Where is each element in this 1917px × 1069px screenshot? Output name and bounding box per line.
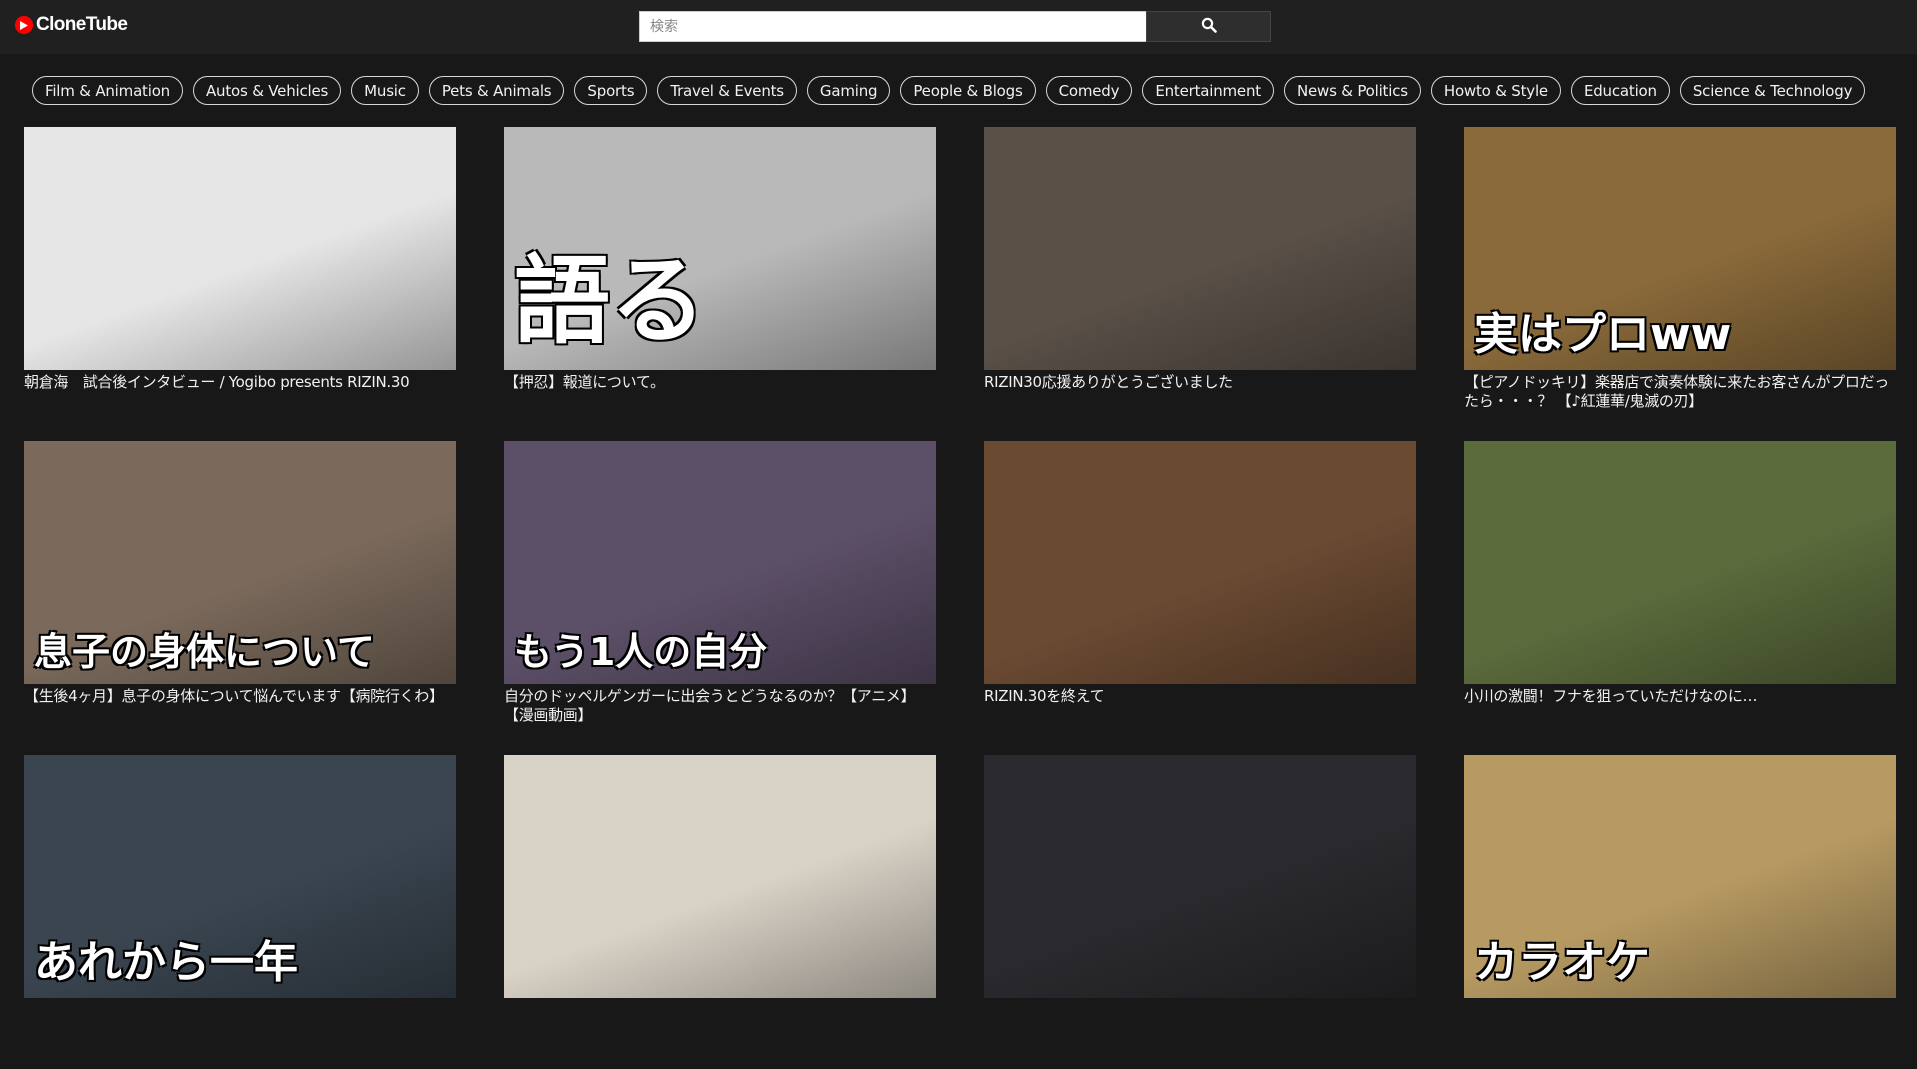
video-thumbnail[interactable] (504, 755, 936, 998)
thumbnail-caption: あれから一年 (34, 937, 298, 988)
thumbnail-caption: もう1人の自分 (514, 630, 768, 674)
category-chip[interactable]: Travel & Events (657, 76, 797, 105)
video-thumbnail[interactable] (984, 127, 1416, 370)
search-button[interactable] (1146, 11, 1271, 42)
video-card[interactable]: 語る【押忍】報道について。 (504, 127, 936, 441)
video-thumbnail[interactable]: 実はプロww (1464, 127, 1896, 370)
video-card[interactable]: 実はプロww 【ピアノドッキリ】楽器店で演奏体験に来たお客さんがプロだったら・・・… (1464, 127, 1896, 441)
search-input[interactable] (639, 11, 1146, 42)
video-thumbnail[interactable] (984, 755, 1416, 998)
video-title[interactable]: RIZIN30応援ありがとうございました (984, 373, 1416, 392)
video-thumbnail[interactable] (24, 127, 456, 370)
category-chip[interactable]: Science & Technology (1679, 76, 1866, 105)
thumbnail-caption: 実はプロww (1474, 309, 1732, 360)
video-thumbnail[interactable]: 息子の身体について (24, 441, 456, 684)
video-thumbnail[interactable]: 語る (504, 127, 936, 370)
video-thumbnail[interactable] (984, 441, 1416, 684)
category-chip[interactable]: Gaming (806, 76, 891, 105)
video-title[interactable]: 【ピアノドッキリ】楽器店で演奏体験に来たお客さんがプロだったら・・・？ 【♪紅蓮… (1464, 373, 1896, 411)
video-title[interactable]: 小川の激闘！フナを狙っていただけなのに… (1464, 687, 1896, 706)
category-chip[interactable]: Sports (574, 76, 648, 105)
video-card[interactable]: カラオケ (1464, 755, 1896, 1069)
video-card[interactable] (504, 755, 936, 1069)
video-grid: 朝倉海 試合後インタビュー / Yogibo presents RIZIN.30… (24, 127, 1896, 1069)
logo[interactable]: CloneTube (15, 14, 128, 36)
video-card[interactable] (984, 755, 1416, 1069)
category-chip[interactable]: Music (351, 76, 419, 105)
logo-text: CloneTube (36, 14, 128, 35)
video-card[interactable]: あれから一年 (24, 755, 456, 1069)
category-chip[interactable]: Pets & Animals (428, 76, 565, 105)
category-chip[interactable]: Comedy (1045, 76, 1133, 105)
video-title[interactable]: 朝倉海 試合後インタビュー / Yogibo presents RIZIN.30 (24, 373, 456, 392)
video-title[interactable]: 自分のドッペルゲンガーに出会うとどうなるのか？【アニメ】【漫画動画】 (504, 687, 936, 725)
video-thumbnail[interactable]: あれから一年 (24, 755, 456, 998)
play-logo-icon (15, 16, 33, 34)
video-card[interactable]: RIZIN30応援ありがとうございました (984, 127, 1416, 441)
video-card[interactable]: 朝倉海 試合後インタビュー / Yogibo presents RIZIN.30 (24, 127, 456, 441)
category-chip[interactable]: Education (1570, 76, 1670, 105)
category-chip[interactable]: Film & Animation (32, 76, 183, 105)
category-chip[interactable]: News & Politics (1283, 76, 1421, 105)
video-card[interactable]: 息子の身体について【生後4ヶ月】息子の身体について悩んでいます【病院行くわ】 (24, 441, 456, 755)
video-title[interactable]: RIZIN.30を終えて (984, 687, 1416, 706)
video-title[interactable]: 【押忍】報道について。 (504, 373, 936, 392)
category-chip[interactable]: Autos & Vehicles (193, 76, 342, 105)
video-card[interactable]: 小川の激闘！フナを狙っていただけなのに… (1464, 441, 1896, 755)
category-chip[interactable]: People & Blogs (900, 76, 1036, 105)
video-title[interactable]: 【生後4ヶ月】息子の身体について悩んでいます【病院行くわ】 (24, 687, 456, 706)
video-thumbnail[interactable]: カラオケ (1464, 755, 1896, 998)
search-icon (1201, 17, 1217, 37)
thumbnail-caption: カラオケ (1474, 937, 1650, 988)
category-chip[interactable]: Entertainment (1142, 76, 1274, 105)
thumbnail-caption: 語る (514, 245, 706, 357)
video-thumbnail[interactable] (1464, 441, 1896, 684)
category-chip[interactable]: Howto & Style (1430, 76, 1561, 105)
video-thumbnail[interactable]: もう1人の自分 (504, 441, 936, 684)
category-chips: Film & Animation Autos & Vehicles Music Pet… (32, 76, 1866, 105)
video-card[interactable]: RIZIN.30を終えて (984, 441, 1416, 755)
thumbnail-caption: 息子の身体について (34, 630, 375, 674)
top-header: CloneTube (0, 0, 1917, 54)
video-card[interactable]: もう1人の自分自分のドッペルゲンガーに出会うとどうなるのか？【アニメ】【漫画動画… (504, 441, 936, 755)
